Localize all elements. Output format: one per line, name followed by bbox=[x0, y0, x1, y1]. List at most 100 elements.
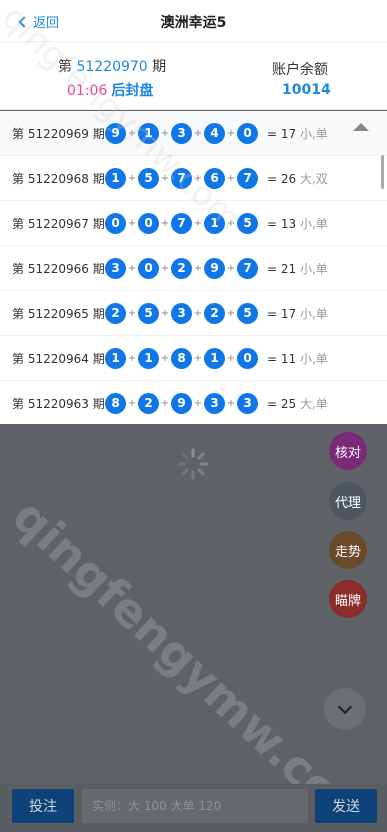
agent-button[interactable]: 代理 bbox=[329, 482, 367, 520]
verify-button[interactable]: 核对 bbox=[329, 432, 367, 470]
result-row: 第 51220963 期 8 +2 +9 +3 +3 = 25 大,单 bbox=[0, 381, 387, 424]
result-sum: = 25 bbox=[267, 396, 297, 411]
plus-sign: + bbox=[193, 307, 203, 319]
plus-sign: + bbox=[226, 352, 236, 364]
result-sum: = 26 bbox=[267, 171, 297, 186]
plus-sign: + bbox=[127, 352, 137, 364]
number-ball: 5 bbox=[237, 212, 258, 234]
period-number: 51220970 bbox=[76, 59, 148, 75]
bet-input[interactable] bbox=[82, 789, 308, 823]
loading-spinner-icon bbox=[177, 448, 209, 480]
result-summary: = 25 大,单 bbox=[267, 395, 328, 412]
plus-sign: + bbox=[127, 172, 137, 184]
result-tag: 小,单 bbox=[299, 351, 328, 366]
result-tag: 小,单 bbox=[299, 306, 328, 321]
result-balls: 0 +0 +7 +1 +5 bbox=[105, 212, 258, 234]
number-ball: 8 bbox=[171, 347, 192, 369]
result-balls: 9 +1 +3 +4 +0 bbox=[105, 122, 258, 144]
number-ball: 0 bbox=[138, 257, 159, 279]
result-tag: 小,单 bbox=[299, 261, 328, 276]
result-period-label: 第 51220967 期 bbox=[12, 216, 105, 231]
balance-label: 账户余额 bbox=[272, 62, 328, 78]
collapse-up-icon[interactable] bbox=[353, 123, 369, 131]
plus-sign: + bbox=[160, 307, 170, 319]
trend-button[interactable]: 走势 bbox=[329, 531, 367, 569]
result-row: 第 51220967 期 0 +0 +7 +1 +5 = 13 小,单 bbox=[0, 201, 387, 246]
number-ball: 1 bbox=[105, 167, 126, 189]
number-ball: 0 bbox=[138, 212, 159, 234]
scrollbar-thumb[interactable] bbox=[381, 155, 384, 189]
plus-sign: + bbox=[160, 127, 170, 139]
number-ball: 5 bbox=[138, 302, 159, 324]
scroll-down-button[interactable] bbox=[324, 688, 366, 730]
results-list[interactable]: 第 51220969 期 9 +1 +3 +4 +0 = 17 小,单第 51220968 … bbox=[0, 111, 387, 424]
current-period: 第 51220970 期 bbox=[58, 56, 166, 76]
number-ball: 3 bbox=[105, 257, 126, 279]
result-tag: 大,单 bbox=[299, 396, 328, 411]
number-ball: 8 bbox=[105, 392, 126, 414]
peek-button[interactable]: 瞄牌 bbox=[329, 580, 367, 618]
result-sum: = 17 bbox=[267, 306, 297, 321]
result-sum: = 21 bbox=[267, 261, 297, 276]
result-row: 第 51220964 期 1 +1 +8 +1 +0 = 11 小,单 bbox=[0, 336, 387, 381]
plus-sign: + bbox=[193, 172, 203, 184]
balance-value: 10014 bbox=[282, 82, 331, 98]
number-ball: 7 bbox=[171, 212, 192, 234]
number-ball: 2 bbox=[138, 392, 159, 414]
result-summary: = 26 大,双 bbox=[267, 170, 328, 187]
result-tag: 大,双 bbox=[299, 171, 328, 186]
result-sum: = 13 bbox=[267, 216, 297, 231]
current-period-panel: 第 51220970 期 01:06 后封盘 账户余额 10014 bbox=[0, 42, 387, 110]
period-prefix: 第 bbox=[58, 59, 72, 75]
number-ball: 0 bbox=[105, 212, 126, 234]
chevron-down-icon bbox=[337, 699, 353, 714]
result-balls: 3 +0 +2 +9 +7 bbox=[105, 257, 258, 279]
result-tag: 小,单 bbox=[299, 216, 328, 231]
watermark-text-bottom: qingfengymw.com bbox=[2, 489, 385, 832]
number-ball: 7 bbox=[237, 257, 258, 279]
number-ball: 3 bbox=[204, 392, 225, 414]
result-summary: = 13 小,单 bbox=[267, 215, 328, 232]
number-ball: 1 bbox=[204, 347, 225, 369]
number-ball: 5 bbox=[237, 302, 258, 324]
bet-button[interactable]: 投注 bbox=[12, 789, 74, 823]
countdown-status: 后封盘 bbox=[111, 83, 154, 99]
result-sum: = 17 bbox=[267, 126, 297, 141]
result-period-label: 第 51220964 期 bbox=[12, 351, 105, 366]
page-title: 澳洲幸运5 bbox=[160, 15, 227, 31]
number-ball: 1 bbox=[105, 347, 126, 369]
result-balls: 2 +5 +3 +2 +5 bbox=[105, 302, 258, 324]
plus-sign: + bbox=[193, 352, 203, 364]
plus-sign: + bbox=[160, 172, 170, 184]
result-period-label: 第 51220968 期 bbox=[12, 171, 105, 186]
number-ball: 4 bbox=[204, 122, 225, 144]
number-ball: 0 bbox=[237, 347, 258, 369]
plus-sign: + bbox=[193, 262, 203, 274]
number-ball: 7 bbox=[171, 167, 192, 189]
number-ball: 3 bbox=[237, 392, 258, 414]
plus-sign: + bbox=[160, 352, 170, 364]
number-ball: 6 bbox=[204, 167, 225, 189]
plus-sign: + bbox=[127, 262, 137, 274]
countdown: 01:06 后封盘 bbox=[67, 80, 153, 100]
result-row: 第 51220965 期 2 +5 +3 +2 +5 = 17 小,单 bbox=[0, 291, 387, 336]
plus-sign: + bbox=[226, 397, 236, 409]
period-suffix: 期 bbox=[152, 59, 167, 75]
plus-sign: + bbox=[226, 307, 236, 319]
plus-sign: + bbox=[127, 397, 137, 409]
top-bar: 返回 澳洲幸运5 bbox=[0, 0, 387, 42]
plus-sign: + bbox=[193, 397, 203, 409]
result-balls: 1 +1 +8 +1 +0 bbox=[105, 347, 258, 369]
result-row: 第 51220966 期 3 +0 +2 +9 +7 = 21 小,单 bbox=[0, 246, 387, 291]
number-ball: 7 bbox=[237, 167, 258, 189]
plus-sign: + bbox=[193, 127, 203, 139]
send-button[interactable]: 发送 bbox=[315, 789, 377, 823]
plus-sign: + bbox=[160, 217, 170, 229]
number-ball: 2 bbox=[171, 257, 192, 279]
plus-sign: + bbox=[127, 127, 137, 139]
plus-sign: + bbox=[127, 217, 137, 229]
result-balls: 8 +2 +9 +3 +3 bbox=[105, 392, 258, 414]
plus-sign: + bbox=[226, 262, 236, 274]
number-ball: 5 bbox=[138, 167, 159, 189]
number-ball: 1 bbox=[138, 347, 159, 369]
